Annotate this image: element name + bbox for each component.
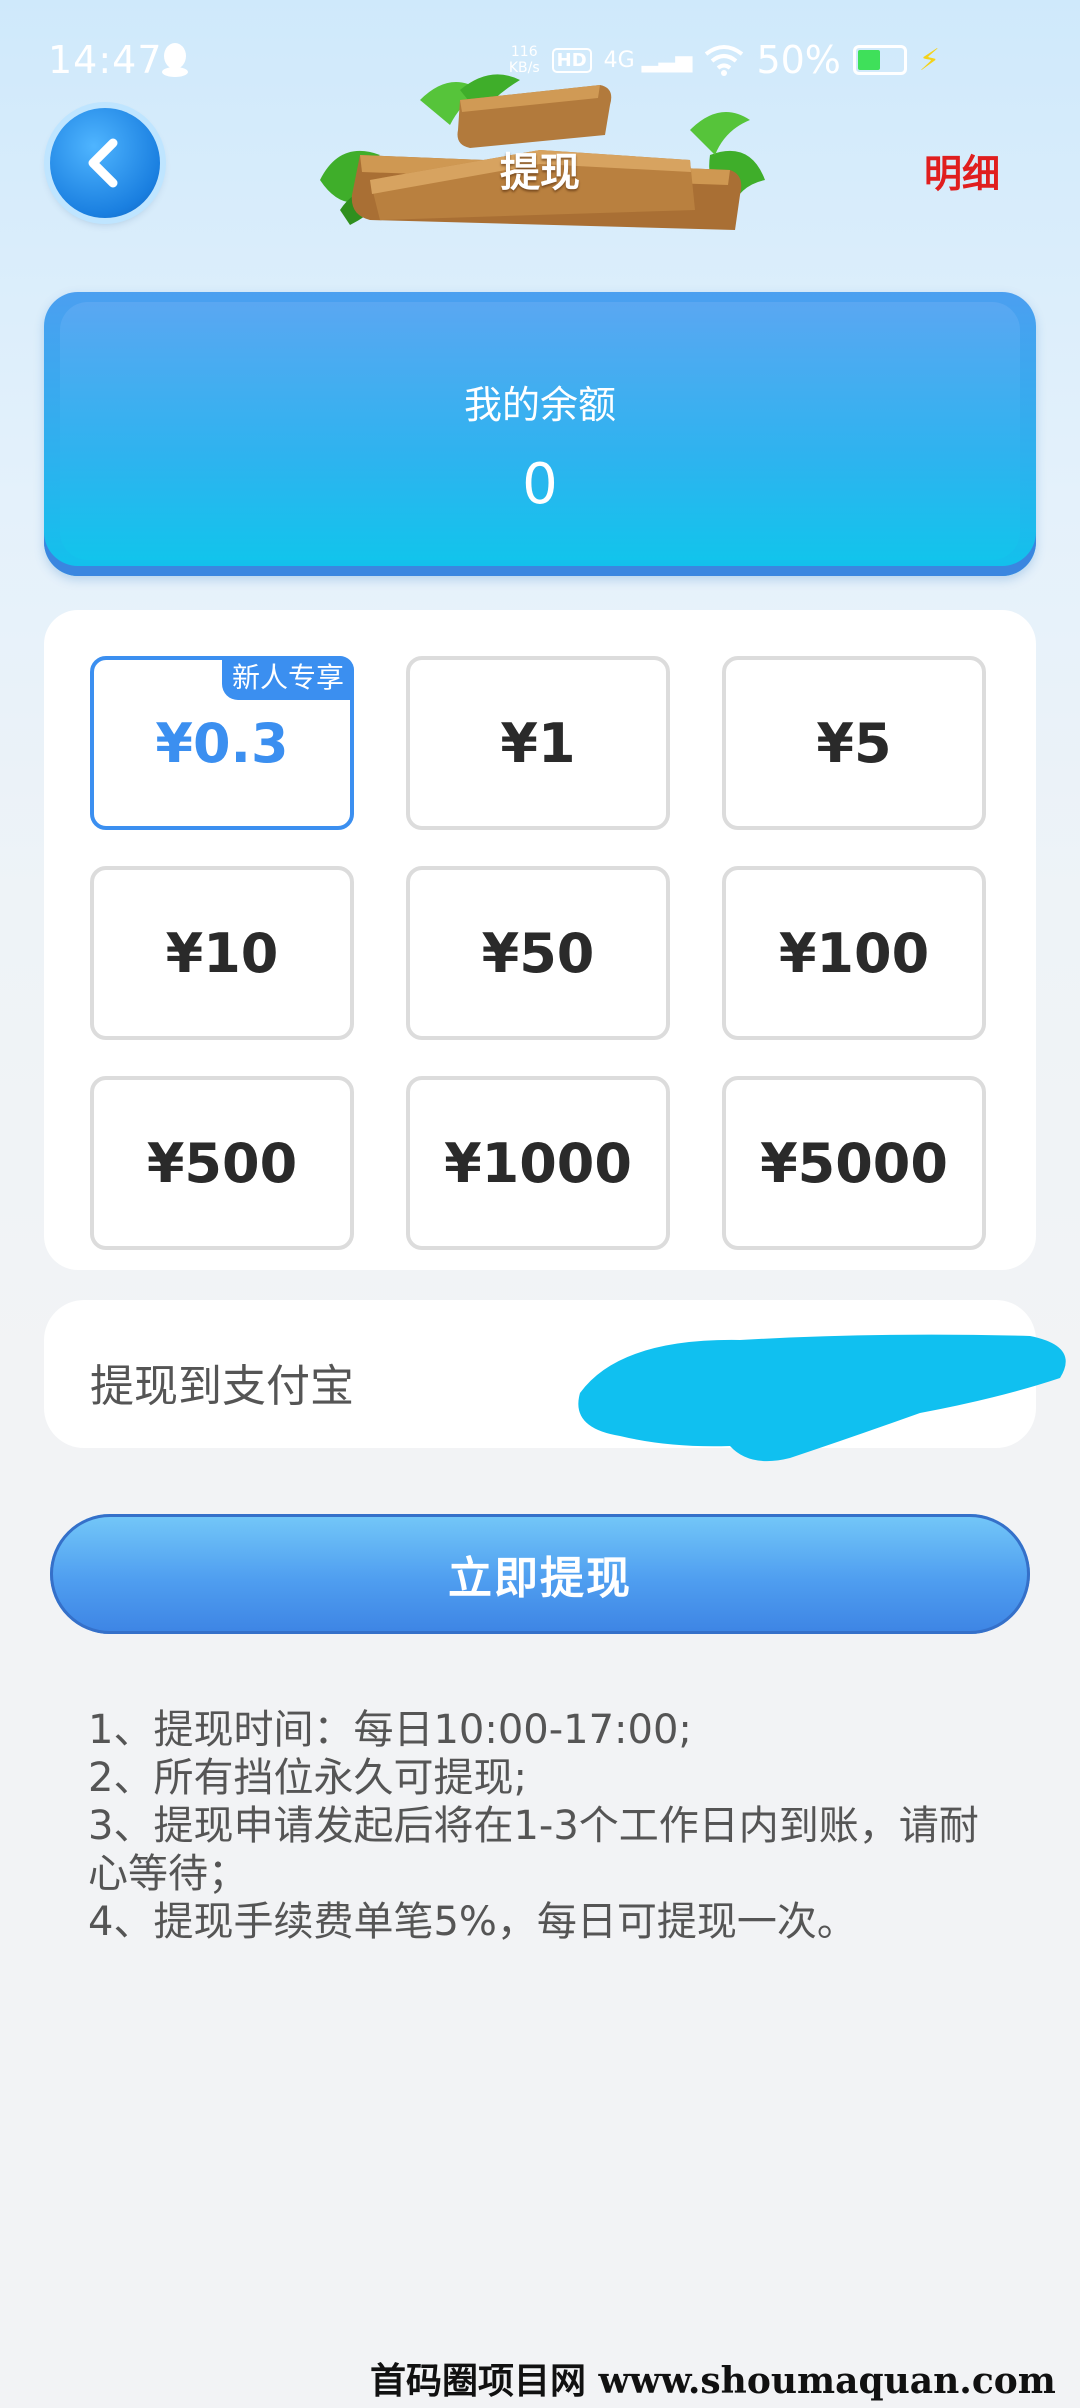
- new-user-badge: 新人专享: [221, 656, 354, 700]
- amount-option-5[interactable]: ¥5: [722, 656, 986, 830]
- rule-item: 4、提现手续费单笔5%，每日可提现一次。: [88, 1899, 857, 1945]
- alipay-label: 提现到支付宝: [90, 1361, 354, 1412]
- detail-link[interactable]: 明细: [924, 143, 1000, 198]
- withdraw-now-button[interactable]: 立即提现: [50, 1514, 1030, 1634]
- amount-option-10[interactable]: ¥10: [90, 866, 354, 1040]
- amount-option-500[interactable]: ¥500: [90, 1076, 354, 1250]
- back-button[interactable]: [50, 108, 160, 218]
- rule-item: 1、提现时间：每日10:00-17:00;: [88, 1707, 692, 1753]
- amount-option-100[interactable]: ¥100: [722, 866, 986, 1040]
- qq-icon: [162, 43, 188, 77]
- chevron-left-icon: [88, 138, 118, 188]
- balance-value: 0: [522, 452, 558, 517]
- rule-item: 3、提现申请发起后将在1-3个工作日内到账，请耐心等待；: [88, 1803, 979, 1897]
- amount-panel: ¥0.3 新人专享 ¥1 ¥5 ¥10 ¥50 ¥100 ¥500 ¥1000 …: [44, 610, 1036, 1270]
- amount-option-1000[interactable]: ¥1000: [406, 1076, 670, 1250]
- rule-item: 2、所有挡位永久可提现;: [88, 1755, 527, 1801]
- battery-icon: [852, 45, 907, 75]
- status-time: 14:47: [48, 38, 163, 82]
- balance-label: 我的余额: [463, 383, 616, 427]
- withdraw-rules: 1、提现时间：每日10:00-17:00; 2、所有挡位永久可提现; 3、提现申…: [88, 1706, 1008, 1946]
- amount-option-5000[interactable]: ¥5000: [722, 1076, 986, 1250]
- redaction-scribble: [578, 1334, 1066, 1462]
- amount-option-1[interactable]: ¥1: [406, 656, 670, 830]
- charging-icon: ⚡: [918, 42, 940, 78]
- page-title: 提现: [500, 150, 580, 196]
- amount-option-50[interactable]: ¥50: [406, 866, 670, 1040]
- site-watermark: 首码圈项目网 www.shoumaquan.com: [370, 2360, 1056, 2402]
- balance-card: 我的余额 0: [44, 292, 1036, 576]
- balance-card-inner: 我的余额 0: [60, 302, 1020, 560]
- amount-option-0-3[interactable]: ¥0.3 新人专享: [90, 656, 354, 830]
